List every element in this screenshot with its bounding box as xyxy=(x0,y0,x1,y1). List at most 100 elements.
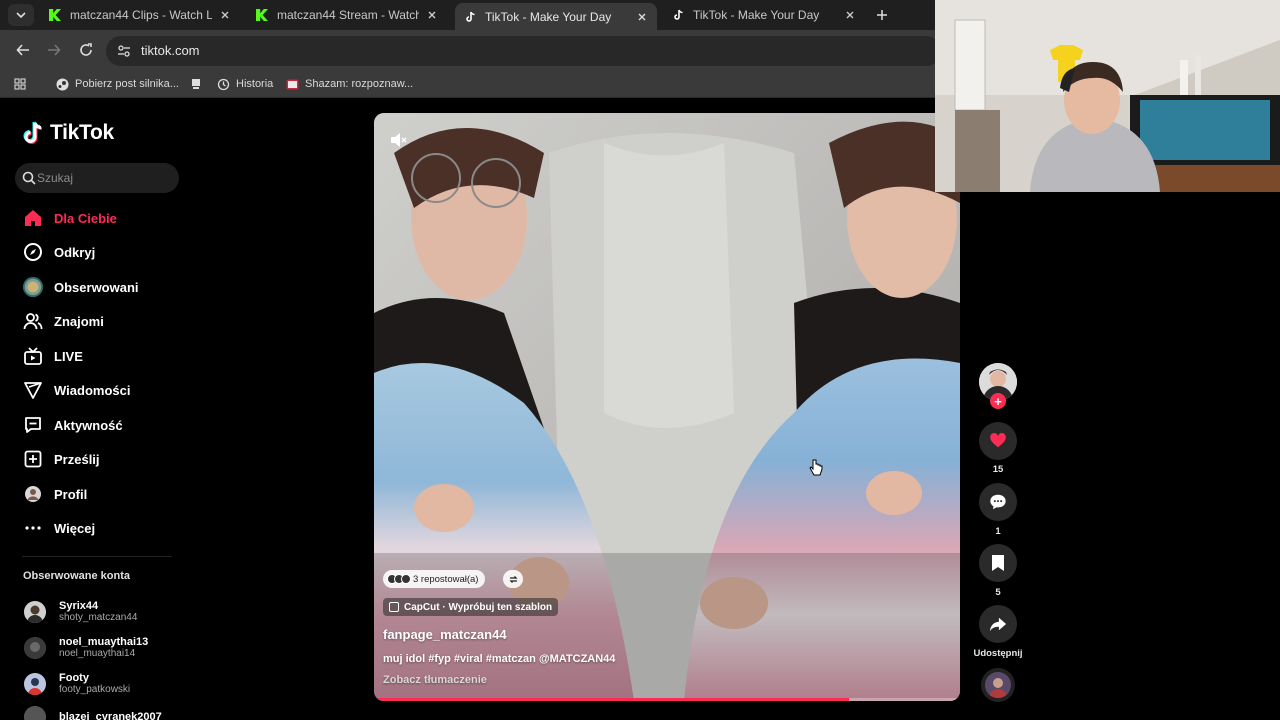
video-progress-fill xyxy=(374,698,849,701)
like-count: 15 xyxy=(992,464,1004,475)
activity-icon xyxy=(22,414,44,436)
like-button[interactable] xyxy=(979,422,1017,460)
bookmark-item[interactable]: Historia xyxy=(216,75,273,93)
bookmark-page-icon xyxy=(189,77,203,91)
tab-search-button[interactable] xyxy=(8,4,34,26)
share-label: Udostępnij xyxy=(973,648,1023,659)
browser-tab-1[interactable]: matczan44 Clips - Watch Live on Kick xyxy=(40,3,240,27)
heart-icon xyxy=(990,433,1006,448)
reload-button[interactable] xyxy=(76,40,96,60)
close-icon[interactable] xyxy=(425,8,439,22)
kick-icon xyxy=(48,8,62,22)
bookmark-item[interactable]: Shazam: rozpoznaw... xyxy=(285,75,413,93)
tab-title: TikTok - Make Your Day xyxy=(485,9,612,24)
capcut-template-link[interactable]: CapCut · Wypróbuj ten szablon xyxy=(383,598,559,616)
bookmark-label: Pobierz post silnika... xyxy=(75,78,179,90)
video-progress-bar[interactable] xyxy=(374,698,960,701)
tab-title: matczan44 Stream - Watch Live on Kick xyxy=(277,8,419,22)
forward-button[interactable] xyxy=(44,40,64,60)
share-button[interactable] xyxy=(979,605,1017,643)
avatar xyxy=(24,706,46,720)
bookmark-item[interactable]: Pobierz post silnika... xyxy=(55,75,179,93)
arrow-right-icon xyxy=(48,44,61,56)
repost-text: 3 repostował(a) xyxy=(413,573,479,585)
nav-item-more[interactable]: Więcej xyxy=(22,515,95,541)
followed-account[interactable]: Syrix44 shoty_matczan44 xyxy=(24,600,137,624)
url-text[interactable]: tiktok.com xyxy=(141,43,200,58)
nav-item-friends[interactable]: Znajomi xyxy=(22,308,104,334)
history-icon xyxy=(216,77,230,91)
browser-tab-3[interactable]: TikTok - Make Your Day xyxy=(455,3,657,30)
nav-label: Prześlij xyxy=(54,451,100,467)
avatar xyxy=(24,601,46,623)
tiktok-icon xyxy=(671,8,685,22)
followed-account[interactable]: blazej_cyranek2007 xyxy=(24,706,162,720)
video-description[interactable]: muj idol #fyp #viral #matczan @MATCZAN44 xyxy=(383,653,615,665)
tiktok-icon xyxy=(463,10,477,24)
nav-label: LIVE xyxy=(54,348,83,364)
chevron-down-icon xyxy=(16,12,26,19)
save-button[interactable] xyxy=(979,544,1017,582)
nav-item-profile[interactable]: Profil xyxy=(22,481,87,507)
browser-tab-4[interactable]: TikTok - Make Your Day xyxy=(663,3,865,27)
profile-icon xyxy=(22,483,44,505)
reload-icon xyxy=(80,43,92,56)
nav-item-for-you[interactable]: Dla Ciebie xyxy=(22,205,117,231)
live-tv-icon xyxy=(22,345,44,367)
tab-title: TikTok - Make Your Day xyxy=(693,8,820,22)
account-name: noel_muaythai13 xyxy=(59,636,149,648)
nav-item-messages[interactable]: Wiadomości xyxy=(22,377,130,403)
sound-avatar-icon xyxy=(985,672,1011,698)
close-icon[interactable] xyxy=(218,8,232,22)
bookmark-label: Historia xyxy=(236,78,274,90)
video-player[interactable]: 3 repostował(a) CapCut · Wypróbuj ten sz… xyxy=(374,113,960,701)
webcam-feed xyxy=(935,0,1280,192)
kick-icon xyxy=(255,8,269,22)
nav-item-following[interactable]: Obserwowani xyxy=(22,274,139,300)
bookmark-item[interactable] xyxy=(189,75,209,93)
followed-account[interactable]: noel_muaythai13 noel_muaythai14 xyxy=(24,636,148,660)
hand-cursor-icon xyxy=(809,459,823,476)
friends-icon xyxy=(22,310,44,332)
plus-icon xyxy=(877,10,887,20)
capcut-text: CapCut · Wypróbuj ten szablon xyxy=(404,601,553,613)
nav-label: Więcej xyxy=(54,520,96,536)
upload-icon xyxy=(22,448,44,470)
tiktok-logo[interactable]: TikTok xyxy=(22,121,114,145)
video-author[interactable]: fanpage_matczan44 xyxy=(383,627,507,642)
repost-button[interactable] xyxy=(503,570,523,588)
avatar xyxy=(24,637,46,659)
see-translation-link[interactable]: Zobacz tłumaczenie xyxy=(383,674,487,686)
comment-button[interactable] xyxy=(979,483,1017,521)
close-icon[interactable] xyxy=(635,10,649,24)
comment-count: 1 xyxy=(995,526,1001,537)
site-settings-icon[interactable] xyxy=(116,43,132,59)
nav-item-explore[interactable]: Odkryj xyxy=(22,239,95,265)
account-handle: footy_patkowski xyxy=(59,684,131,695)
follow-button[interactable]: + xyxy=(990,393,1006,409)
search-icon xyxy=(22,171,36,185)
nav-item-upload[interactable]: Prześlij xyxy=(22,446,100,472)
save-count: 5 xyxy=(995,587,1001,598)
nav-item-activity[interactable]: Aktywność xyxy=(22,412,123,438)
new-tab-button[interactable] xyxy=(872,5,892,25)
repost-info[interactable]: 3 repostował(a) xyxy=(383,570,486,588)
volume-muted-icon[interactable] xyxy=(388,130,408,150)
nav-label: Odkryj xyxy=(54,244,96,260)
address-bar[interactable]: tiktok.com xyxy=(106,36,941,66)
reposter-avatars xyxy=(387,574,411,584)
followed-account[interactable]: Footy footy_patkowski xyxy=(24,672,130,696)
send-icon xyxy=(22,379,44,401)
back-button[interactable] xyxy=(13,40,33,60)
nav-item-live[interactable]: LIVE xyxy=(22,343,83,369)
close-icon[interactable] xyxy=(843,8,857,22)
search-box[interactable] xyxy=(15,163,179,193)
music-disc[interactable] xyxy=(981,668,1015,702)
nav-label: Wiadomości xyxy=(54,382,131,398)
nav-label: Profil xyxy=(54,486,88,502)
search-input[interactable] xyxy=(37,163,175,193)
apps-button[interactable] xyxy=(13,75,33,93)
webcam-overlay xyxy=(935,0,1280,192)
browser-tab-2[interactable]: matczan44 Stream - Watch Live on Kick xyxy=(247,3,447,27)
browser-tab-bar: matczan44 Clips - Watch Live on Kick mat… xyxy=(0,0,935,30)
